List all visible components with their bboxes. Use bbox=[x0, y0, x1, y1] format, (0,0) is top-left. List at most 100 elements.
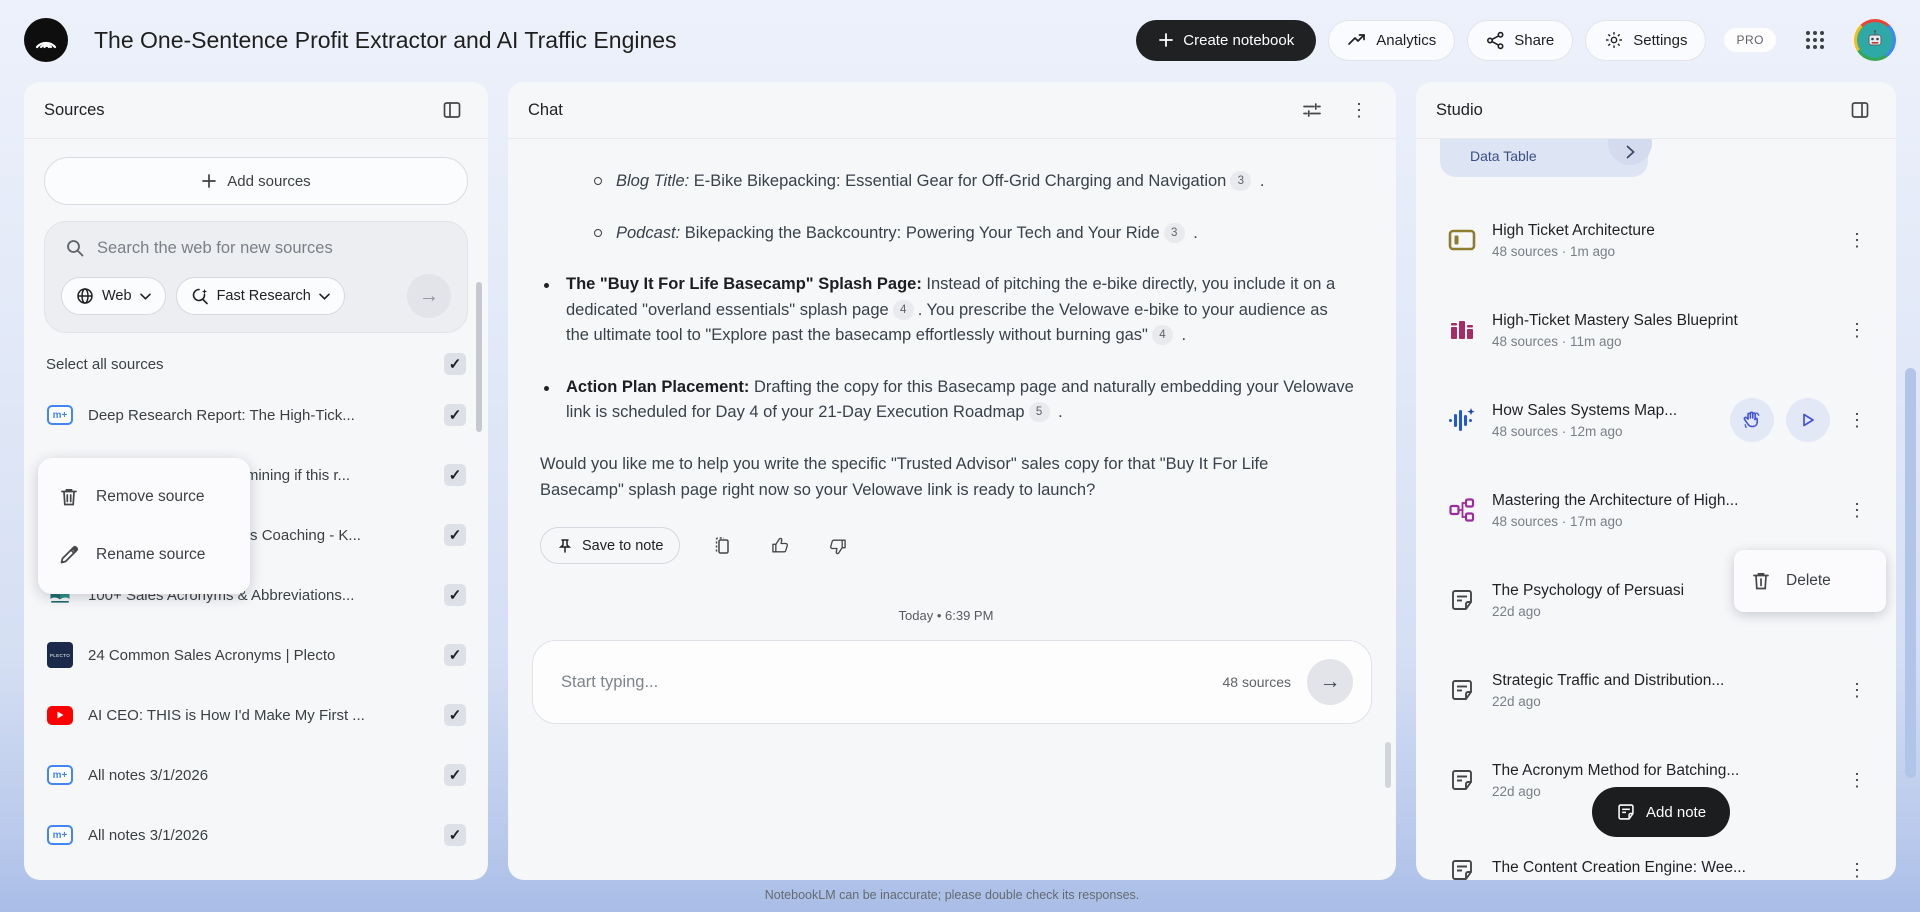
save-to-note-button[interactable]: Save to note bbox=[540, 527, 681, 565]
user-avatar[interactable] bbox=[1854, 19, 1896, 61]
select-all-checkbox[interactable] bbox=[444, 353, 466, 375]
play-icon bbox=[1803, 413, 1814, 427]
studio-item-more-icon[interactable]: ⋮ bbox=[1840, 854, 1874, 881]
add-note-button[interactable]: Add note bbox=[1592, 787, 1731, 837]
studio-item[interactable]: High Ticket Architecture 48 sources · 1m … bbox=[1432, 203, 1882, 277]
note-icon bbox=[1452, 860, 1472, 880]
google-apps-grid-icon[interactable] bbox=[1798, 23, 1832, 57]
sources-panel-title: Sources bbox=[44, 100, 105, 119]
chevron-right-icon bbox=[1626, 145, 1635, 159]
source-checkbox[interactable] bbox=[444, 704, 466, 726]
studio-item-more-icon[interactable]: ⋮ bbox=[1840, 494, 1874, 527]
source-row[interactable]: m+ All notes 3/1/2026 bbox=[34, 805, 478, 865]
search-icon bbox=[67, 240, 84, 257]
studio-item-more-icon[interactable]: ⋮ bbox=[1840, 764, 1874, 797]
source-checkbox[interactable] bbox=[444, 644, 466, 666]
collapse-studio-panel-icon[interactable] bbox=[1844, 94, 1876, 126]
bar-chart-icon bbox=[1451, 321, 1473, 339]
analytics-button[interactable]: Analytics bbox=[1328, 19, 1456, 61]
chat-bullet: Action Plan Placement: Drafting the copy… bbox=[538, 375, 1354, 426]
studio-item[interactable]: How Sales Systems Map... 48 sources · 12m… bbox=[1432, 383, 1882, 457]
studio-header: Studio bbox=[1416, 82, 1896, 139]
source-checkbox[interactable] bbox=[444, 404, 466, 426]
studio-item[interactable]: High-Ticket Mastery Sales Blueprint 48 so… bbox=[1432, 293, 1882, 367]
citation-badge[interactable]: 3 bbox=[1230, 171, 1252, 191]
share-button[interactable]: Share bbox=[1467, 19, 1574, 61]
chat-header: Chat ⋮ bbox=[508, 82, 1396, 139]
source-row[interactable]: m+ All notes 3/1/2026 bbox=[34, 745, 478, 805]
collapse-sources-panel-icon[interactable] bbox=[436, 94, 468, 126]
research-mode-dropdown[interactable]: Fast Research bbox=[175, 277, 345, 315]
thumbs-down-icon[interactable] bbox=[822, 530, 854, 562]
sources-scrollbar[interactable] bbox=[476, 282, 482, 432]
play-audio-button[interactable] bbox=[1786, 398, 1830, 442]
source-checkbox[interactable] bbox=[444, 764, 466, 786]
remove-source-menu-item[interactable]: Remove source bbox=[38, 468, 250, 526]
source-row[interactable]: AI CEO: THIS is How I'd Make My First ..… bbox=[34, 685, 478, 745]
youtube-icon bbox=[47, 705, 73, 725]
source-checkbox[interactable] bbox=[444, 464, 466, 486]
notes-source-icon: m+ bbox=[47, 405, 73, 425]
copy-icon[interactable] bbox=[706, 530, 738, 562]
source-checkbox[interactable] bbox=[444, 584, 466, 606]
web-search-card: Web Fast Research → bbox=[44, 221, 468, 333]
source-row[interactable]: PLECTO 24 Common Sales Acronyms | Plecto bbox=[34, 625, 478, 685]
avatar-robot-image bbox=[1857, 22, 1893, 58]
notes-source-icon: m+ bbox=[47, 765, 73, 785]
citation-badge[interactable]: 3 bbox=[1163, 222, 1185, 243]
studio-item-more-icon[interactable]: ⋮ bbox=[1840, 224, 1874, 257]
source-checkbox[interactable] bbox=[444, 524, 466, 546]
chat-closing-paragraph: Would you like me to help you write the … bbox=[540, 454, 1269, 499]
chat-settings-tune-icon[interactable] bbox=[1296, 94, 1328, 126]
chat-bullet: Blog Title: E-Bike Bikepacking: Essentia… bbox=[538, 169, 1354, 195]
notes-source-icon: m+ bbox=[47, 825, 73, 845]
trending-up-icon bbox=[1348, 34, 1366, 45]
citation-badge[interactable]: 5 bbox=[1028, 402, 1050, 423]
citation-badge[interactable]: 4 bbox=[1151, 325, 1173, 346]
studio-item[interactable]: The Content Creation Engine: Wee... ⋮ bbox=[1432, 833, 1882, 880]
pro-badge: PRO bbox=[1724, 28, 1776, 52]
add-sources-button[interactable]: Add sources bbox=[44, 157, 468, 205]
mind-map-icon bbox=[1449, 498, 1475, 522]
sources-header: Sources bbox=[24, 82, 488, 139]
studio-panel-title: Studio bbox=[1436, 100, 1483, 119]
audio-waveform-icon bbox=[1449, 408, 1475, 431]
create-notebook-button[interactable]: Create notebook bbox=[1136, 19, 1317, 61]
chat-messages: Blog Title: E-Bike Bikepacking: Essentia… bbox=[508, 139, 1396, 626]
submit-search-button[interactable]: → bbox=[407, 274, 451, 318]
share-icon bbox=[1487, 31, 1504, 49]
settings-button[interactable]: Settings bbox=[1585, 19, 1707, 61]
thumbs-up-icon[interactable] bbox=[764, 530, 796, 562]
studio-item-more-icon[interactable]: ⋮ bbox=[1840, 314, 1874, 347]
chat-more-options-icon[interactable]: ⋮ bbox=[1342, 94, 1376, 127]
data-table-label: Data Table bbox=[1470, 148, 1537, 164]
sources-list: m+ Deep Research Report: The High-Tick..… bbox=[24, 381, 488, 865]
studio-item-more-icon[interactable]: ⋮ bbox=[1840, 674, 1874, 707]
studio-list: High Ticket Architecture 48 sources · 1m … bbox=[1416, 177, 1896, 880]
notebooklm-logo-icon[interactable] bbox=[24, 18, 68, 62]
pin-icon bbox=[558, 538, 572, 553]
chat-scrollbar[interactable] bbox=[1385, 742, 1391, 788]
studio-item-more-icon[interactable]: ⋮ bbox=[1840, 404, 1874, 437]
citation-badge[interactable]: 4 bbox=[892, 299, 914, 320]
source-checkbox[interactable] bbox=[444, 824, 466, 846]
studio-item[interactable]: Mastering the Architecture of High... 48 … bbox=[1432, 473, 1882, 547]
plecto-favicon: PLECTO bbox=[47, 642, 73, 668]
web-filter-dropdown[interactable]: Web bbox=[61, 277, 166, 315]
window-scrollbar[interactable] bbox=[1905, 368, 1916, 778]
send-message-button[interactable]: → bbox=[1307, 659, 1353, 706]
chat-response-actions: Save to note bbox=[538, 527, 1354, 565]
source-row[interactable]: m+ Deep Research Report: The High-Tick..… bbox=[34, 385, 478, 445]
join-interactive-audio-button[interactable] bbox=[1730, 398, 1774, 442]
delete-menu-item[interactable]: Delete bbox=[1734, 550, 1886, 612]
top-bar: The One-Sentence Profit Extractor and AI… bbox=[0, 0, 1920, 80]
date-separator: Today • 6:39 PM bbox=[898, 608, 994, 624]
notebook-title[interactable]: The One-Sentence Profit Extractor and AI… bbox=[94, 27, 1124, 54]
chat-input[interactable] bbox=[561, 672, 1223, 692]
data-table-card[interactable]: Data Table bbox=[1440, 121, 1652, 177]
studio-item[interactable]: Strategic Traffic and Distribution... 22d… bbox=[1432, 653, 1882, 727]
chat-panel-title: Chat bbox=[528, 100, 563, 119]
rename-source-menu-item[interactable]: Rename source bbox=[38, 526, 250, 584]
search-sources-input[interactable] bbox=[97, 238, 447, 258]
note-icon bbox=[1452, 770, 1472, 790]
